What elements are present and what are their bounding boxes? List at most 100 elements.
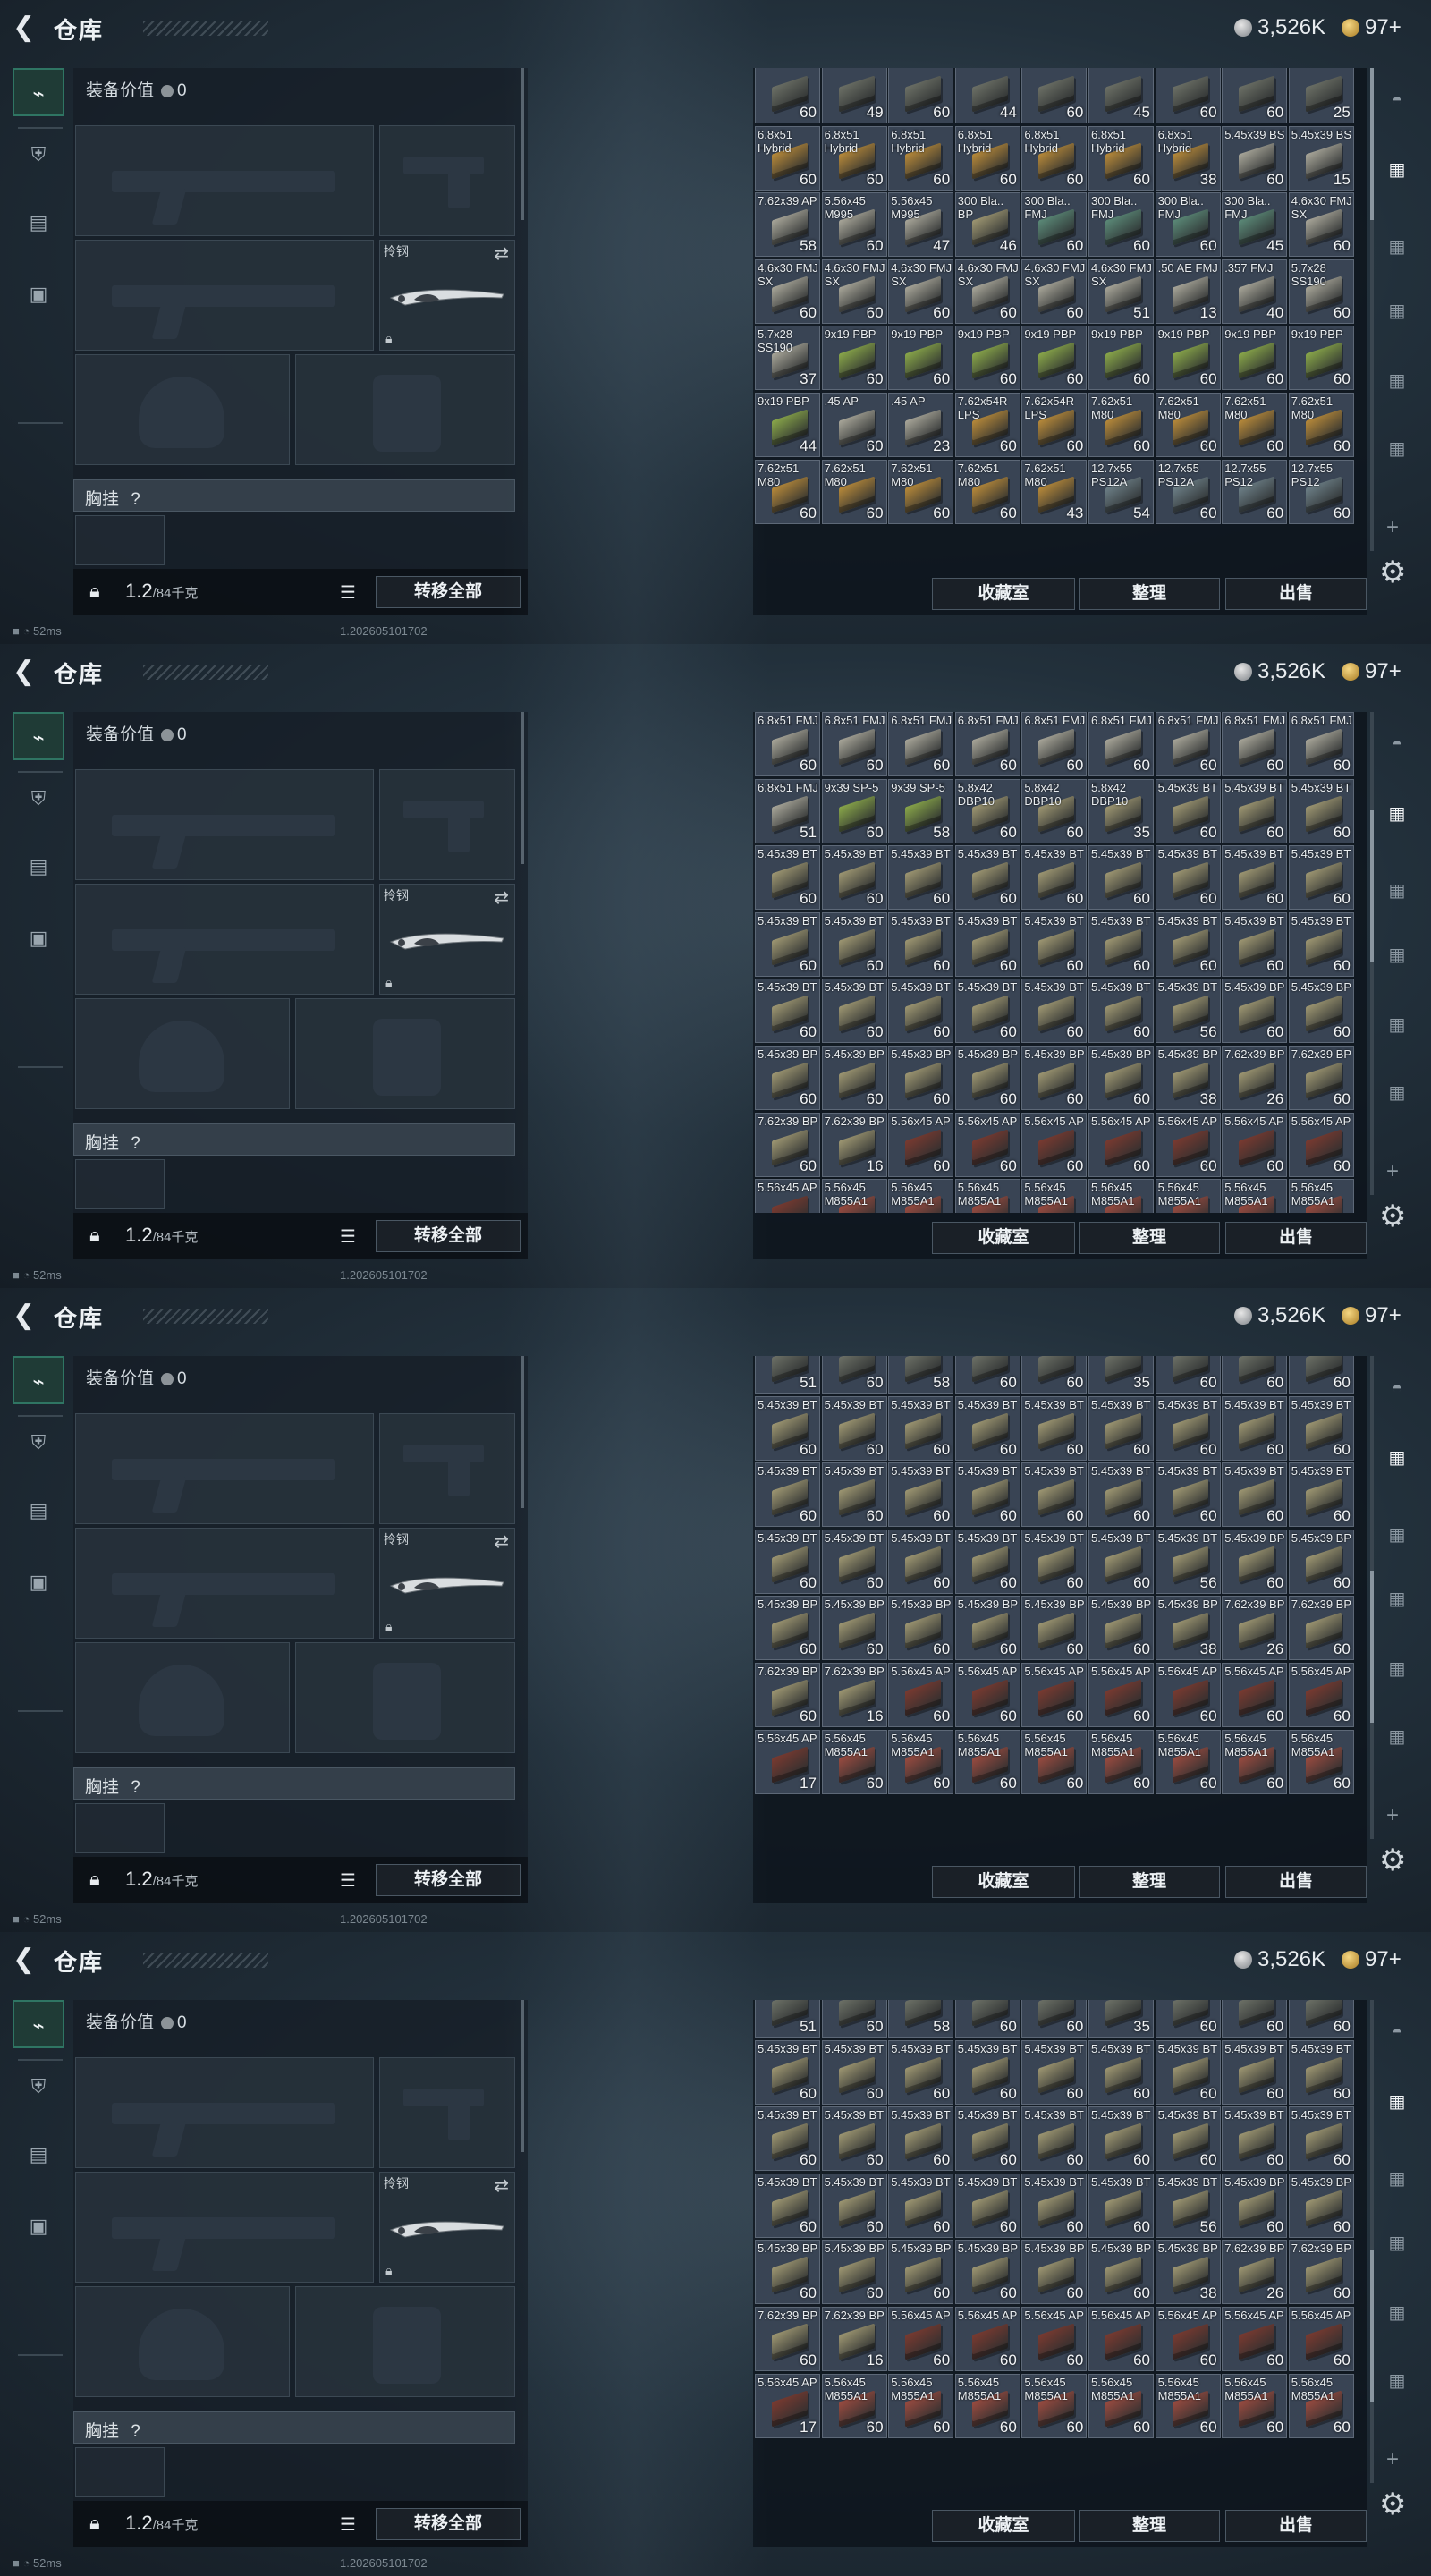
ammo-cell[interactable]: 5.45x39 BT 56 bbox=[1155, 979, 1221, 1044]
ammo-cell[interactable]: 5.45x39 BT 60 bbox=[1222, 1395, 1288, 1461]
ammo-cell[interactable]: 7.62x39 BP 60 bbox=[1288, 1596, 1354, 1661]
ammo-cell[interactable]: 5.56x45 AP 60 bbox=[954, 1112, 1020, 1177]
help-icon[interactable]: ? bbox=[131, 490, 140, 509]
chest-rig-header[interactable]: 胸挂 ? bbox=[73, 1123, 515, 1156]
ammo-cell[interactable]: 5.8x42 DBP10 60 bbox=[1021, 778, 1088, 843]
swap-icon[interactable]: ⇄ bbox=[494, 2174, 509, 2197]
ammo-cell[interactable]: 5.56x45 M855A1 60 bbox=[1288, 1729, 1354, 1794]
box-icon[interactable]: ▦ bbox=[1377, 431, 1417, 467]
ammo-cell[interactable]: 7.62x39 BP 26 bbox=[1222, 1596, 1288, 1661]
sort-button[interactable]: 整理 bbox=[1079, 578, 1220, 610]
ammo-cell[interactable]: 5.45x39 BT 60 bbox=[821, 2039, 887, 2105]
box-icon[interactable]: ▦ bbox=[1377, 796, 1417, 832]
ammo-cell[interactable]: 7.62x39 BP 60 bbox=[1288, 2240, 1354, 2305]
ammo-cell[interactable]: 5.45x39 BT 60 bbox=[755, 2173, 820, 2238]
ammo-cell[interactable]: 5.45x39 BT 60 bbox=[755, 845, 820, 911]
ammo-cell[interactable]: 5.56x45 AP 60 bbox=[1155, 2307, 1221, 2371]
ammo-cell[interactable]: 300 Bla.. FMJ 60 bbox=[1155, 192, 1221, 258]
ammo-cell[interactable]: 5.45x39 BT 60 bbox=[1288, 1395, 1354, 1461]
helmet-icon[interactable]: ◓ bbox=[1377, 2014, 1417, 2050]
ammo-cell[interactable]: 5.56x45 M855A1 bbox=[1155, 1179, 1221, 1213]
ammo-cell[interactable]: .357 FMJ 40 bbox=[1222, 258, 1288, 324]
ammo-cell[interactable]: 5.45x39 BT 60 bbox=[1088, 1529, 1154, 1594]
ammo-cell[interactable]: 7.62x39 BP 60 bbox=[755, 1663, 820, 1727]
ammo-cell[interactable]: 60 bbox=[954, 2000, 1020, 2038]
nav-case-icon[interactable]: ▣ bbox=[13, 270, 64, 318]
ammo-cell[interactable]: 5.45x39 BT 60 bbox=[1222, 911, 1288, 977]
ammo-cell[interactable]: 5.45x39 BP 60 bbox=[1021, 1596, 1088, 1661]
ammo-cell[interactable]: .45 AP 60 bbox=[821, 393, 887, 457]
gear-icon[interactable]: ⚙ bbox=[1379, 2487, 1406, 2522]
helmet-icon[interactable]: ◓ bbox=[1377, 1370, 1417, 1406]
ammo-cell[interactable]: 5.45x39 BT 60 bbox=[1222, 778, 1288, 843]
ammo-cell[interactable]: 5.45x39 BT 60 bbox=[954, 2106, 1020, 2172]
sell-button[interactable]: 出售 bbox=[1225, 1866, 1367, 1898]
ammo-cell[interactable]: 5.45x39 BP 60 bbox=[755, 1596, 820, 1661]
ammo-cell[interactable]: 5.56x45 M855A1 bbox=[888, 1179, 954, 1213]
ammo-cell[interactable]: 5.45x39 BT 60 bbox=[1021, 845, 1088, 911]
helmet-slot[interactable] bbox=[75, 1642, 290, 1753]
ammo-cell[interactable]: 5.45x39 BT 60 bbox=[1088, 2173, 1154, 2238]
ammo-cell[interactable]: 5.45x39 BT 60 bbox=[1088, 1395, 1154, 1461]
ammo-cell[interactable]: 5.45x39 BT 60 bbox=[954, 911, 1020, 977]
ammo-cell[interactable]: 60 bbox=[1222, 68, 1288, 123]
nav-case-icon[interactable]: ▣ bbox=[13, 2202, 64, 2250]
ammo-cell[interactable]: 5.56x45 M855A1 60 bbox=[1288, 2373, 1354, 2438]
ammo-cell[interactable]: 5.45x39 BT 60 bbox=[1021, 911, 1088, 977]
ammo-cell[interactable]: 5.56x45 M995 47 bbox=[888, 192, 954, 258]
primary-weapon-slot[interactable] bbox=[75, 769, 374, 880]
ammo-cell[interactable]: 60 bbox=[1155, 68, 1221, 123]
ammo-cell[interactable]: 5.45x39 BT 60 bbox=[821, 1462, 887, 1528]
nav-backpack-icon[interactable]: ▤ bbox=[13, 2131, 64, 2179]
ammo-cell[interactable]: 5.56x45 M855A1 60 bbox=[1021, 2373, 1088, 2438]
box-icon[interactable]: ▦ bbox=[1377, 1517, 1417, 1553]
ammo-cell[interactable]: 60 bbox=[1288, 2000, 1354, 2038]
ammo-cell[interactable]: 60 bbox=[755, 68, 820, 123]
box-icon[interactable]: ▦ bbox=[1377, 363, 1417, 399]
ammo-cell[interactable]: 5.56x45 AP 60 bbox=[1088, 1112, 1154, 1177]
ammo-cell[interactable]: 6.8x51 Hybrid 60 bbox=[954, 125, 1020, 191]
ammo-cell[interactable]: 5.45x39 BT 60 bbox=[1155, 1395, 1221, 1461]
nav-gun-icon[interactable]: ⌁ bbox=[13, 1356, 64, 1404]
ammo-cell[interactable]: 5.56x45 M855A1 60 bbox=[1222, 2373, 1288, 2438]
primary-weapon-slot[interactable] bbox=[75, 1413, 374, 1524]
help-icon[interactable]: ? bbox=[131, 1778, 140, 1797]
helmet-icon[interactable]: ◓ bbox=[1377, 82, 1417, 118]
ammo-cell[interactable]: 5.45x39 BT 60 bbox=[755, 1395, 820, 1461]
ammo-cell[interactable]: 60 bbox=[1222, 2000, 1288, 2038]
gold-currency[interactable]: 97+ bbox=[1342, 14, 1401, 41]
ammo-cell[interactable]: 5.45x39 BT 60 bbox=[1088, 845, 1154, 911]
ammo-cell[interactable]: 5.45x39 BT 60 bbox=[821, 1529, 887, 1594]
ammo-cell[interactable]: 49 bbox=[821, 68, 887, 123]
helmet-slot[interactable] bbox=[75, 354, 290, 465]
ammo-cell[interactable]: 6.8x51 FMJ 60 bbox=[1222, 712, 1288, 776]
ammo-cell[interactable]: 5.45x39 BT 60 bbox=[954, 2039, 1020, 2105]
ammo-cell[interactable]: 9x19 PBP 60 bbox=[1288, 326, 1354, 391]
ammo-cell[interactable]: 5.45x39 BP 60 bbox=[1088, 1046, 1154, 1110]
ammo-cell[interactable]: 58 bbox=[888, 1356, 954, 1394]
ammo-cell[interactable]: 5.45x39 BT 60 bbox=[1021, 2039, 1088, 2105]
ammo-cell[interactable]: 6.8x51 FMJ 60 bbox=[1155, 712, 1221, 776]
ammo-cell[interactable]: 7.62x39 BP 26 bbox=[1222, 1046, 1288, 1110]
nav-gun-icon[interactable]: ⌁ bbox=[13, 68, 64, 116]
ammo-cell[interactable]: 5.45x39 BT 60 bbox=[1021, 2173, 1088, 2238]
back-arrow-icon[interactable]: ❮ bbox=[13, 1946, 39, 1973]
ammo-cell[interactable]: 5.56x45 M855A1 60 bbox=[1088, 1729, 1154, 1794]
nav-backpack-icon[interactable]: ▤ bbox=[13, 1487, 64, 1535]
chest-rig-slot[interactable] bbox=[75, 1159, 165, 1209]
ammo-cell[interactable]: 5.45x39 BT 60 bbox=[821, 979, 887, 1044]
box-icon[interactable]: ▦ bbox=[1377, 1581, 1417, 1617]
ammo-cell[interactable]: 5.45x39 BT 60 bbox=[821, 2106, 887, 2172]
melee-slot[interactable]: 拎钢 ⇄ 🔒︎ bbox=[379, 240, 515, 351]
chest-rig-header[interactable]: 胸挂 ? bbox=[73, 2411, 515, 2444]
ammo-cell[interactable]: 4.6x30 FMJ SX 51 bbox=[1088, 258, 1154, 324]
ammo-cell[interactable]: 5.45x39 BT 60 bbox=[954, 845, 1020, 911]
help-icon[interactable]: ? bbox=[131, 1134, 140, 1153]
ammo-cell[interactable]: 7.62x51 M80 60 bbox=[821, 459, 887, 524]
box-icon[interactable]: ▦ bbox=[1377, 2295, 1417, 2331]
ammo-cell[interactable]: 5.45x39 BT 60 bbox=[1288, 1462, 1354, 1528]
left-scrollbar[interactable] bbox=[521, 68, 524, 220]
ammo-cell[interactable]: 7.62x51 M80 60 bbox=[954, 459, 1020, 524]
box-icon[interactable]: ▦ bbox=[1377, 937, 1417, 973]
secondary-weapon-slot[interactable] bbox=[75, 884, 374, 995]
